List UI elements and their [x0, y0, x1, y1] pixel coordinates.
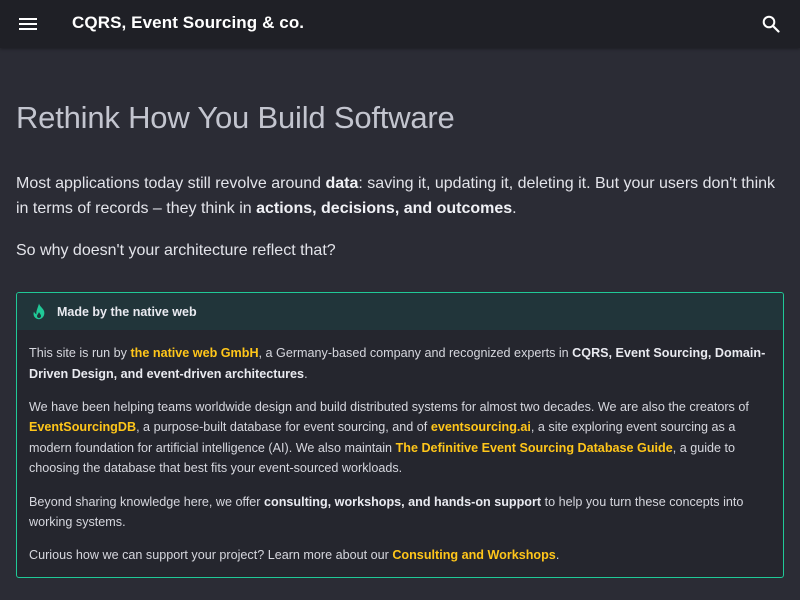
header-bar: CQRS, Event Sourcing & co.	[0, 0, 800, 48]
search-icon[interactable]	[759, 12, 783, 36]
link-eventsourcing-ai[interactable]: eventsourcing.ai	[431, 420, 531, 434]
callout-paragraph-3: Beyond sharing knowledge here, we offer …	[29, 492, 771, 533]
callout-text: , a purpose-built database for event sou…	[136, 420, 431, 435]
question-paragraph: So why doesn't your architecture reflect…	[16, 242, 336, 259]
callout-paragraph-1: This site is run by the native web GmbH,…	[29, 343, 771, 384]
page-title: Rethink How You Build Software	[16, 100, 455, 135]
intro-text: Most applications today still revolve ar…	[16, 175, 326, 192]
callout-header: Made by the native web	[17, 293, 783, 330]
site-title[interactable]: CQRS, Event Sourcing & co.	[72, 13, 304, 33]
link-eventsourcingdb[interactable]: EventSourcingDB	[29, 420, 136, 434]
callout-text: Curious how we can support your project?…	[29, 548, 393, 563]
callout-text: Beyond sharing knowledge here, we offer	[29, 494, 265, 509]
callout-text: , a Germany-based company and recognized…	[258, 346, 573, 360]
callout-body: This site is run by the native web GmbH,…	[17, 330, 783, 566]
link-database-guide[interactable]: The Definitive Event Sourcing Database G…	[396, 441, 673, 455]
main-content: Rethink How You Build Software Most appl…	[16, 48, 784, 263]
link-the-native-web[interactable]: the native web GmbH	[130, 346, 258, 360]
link-consulting-workshops[interactable]: Consulting and Workshops	[392, 548, 556, 562]
callout-text: .	[304, 366, 308, 381]
callout-paragraph-2: We have been helping teams worldwide des…	[29, 397, 771, 479]
intro-paragraph: Most applications today still revolve ar…	[16, 171, 784, 221]
callout-text: .	[555, 548, 560, 563]
callout-title: Made by the native web	[57, 304, 197, 319]
intro-text: .	[512, 200, 517, 217]
native-web-callout: Made by the native web This site is run …	[16, 292, 784, 578]
intro-bold-actions: actions, decisions, and outcomes	[256, 200, 513, 217]
callout-text: This site is run by	[29, 346, 131, 360]
callout-paragraph-4: Curious how we can support your project?…	[29, 545, 771, 566]
menu-icon[interactable]	[16, 12, 40, 36]
flame-icon	[30, 303, 48, 321]
callout-text: We have been helping teams worldwide des…	[29, 399, 749, 414]
callout-bold-services: consulting, workshops, and hands-on supp…	[264, 494, 542, 509]
intro-bold-data: data	[325, 175, 359, 192]
